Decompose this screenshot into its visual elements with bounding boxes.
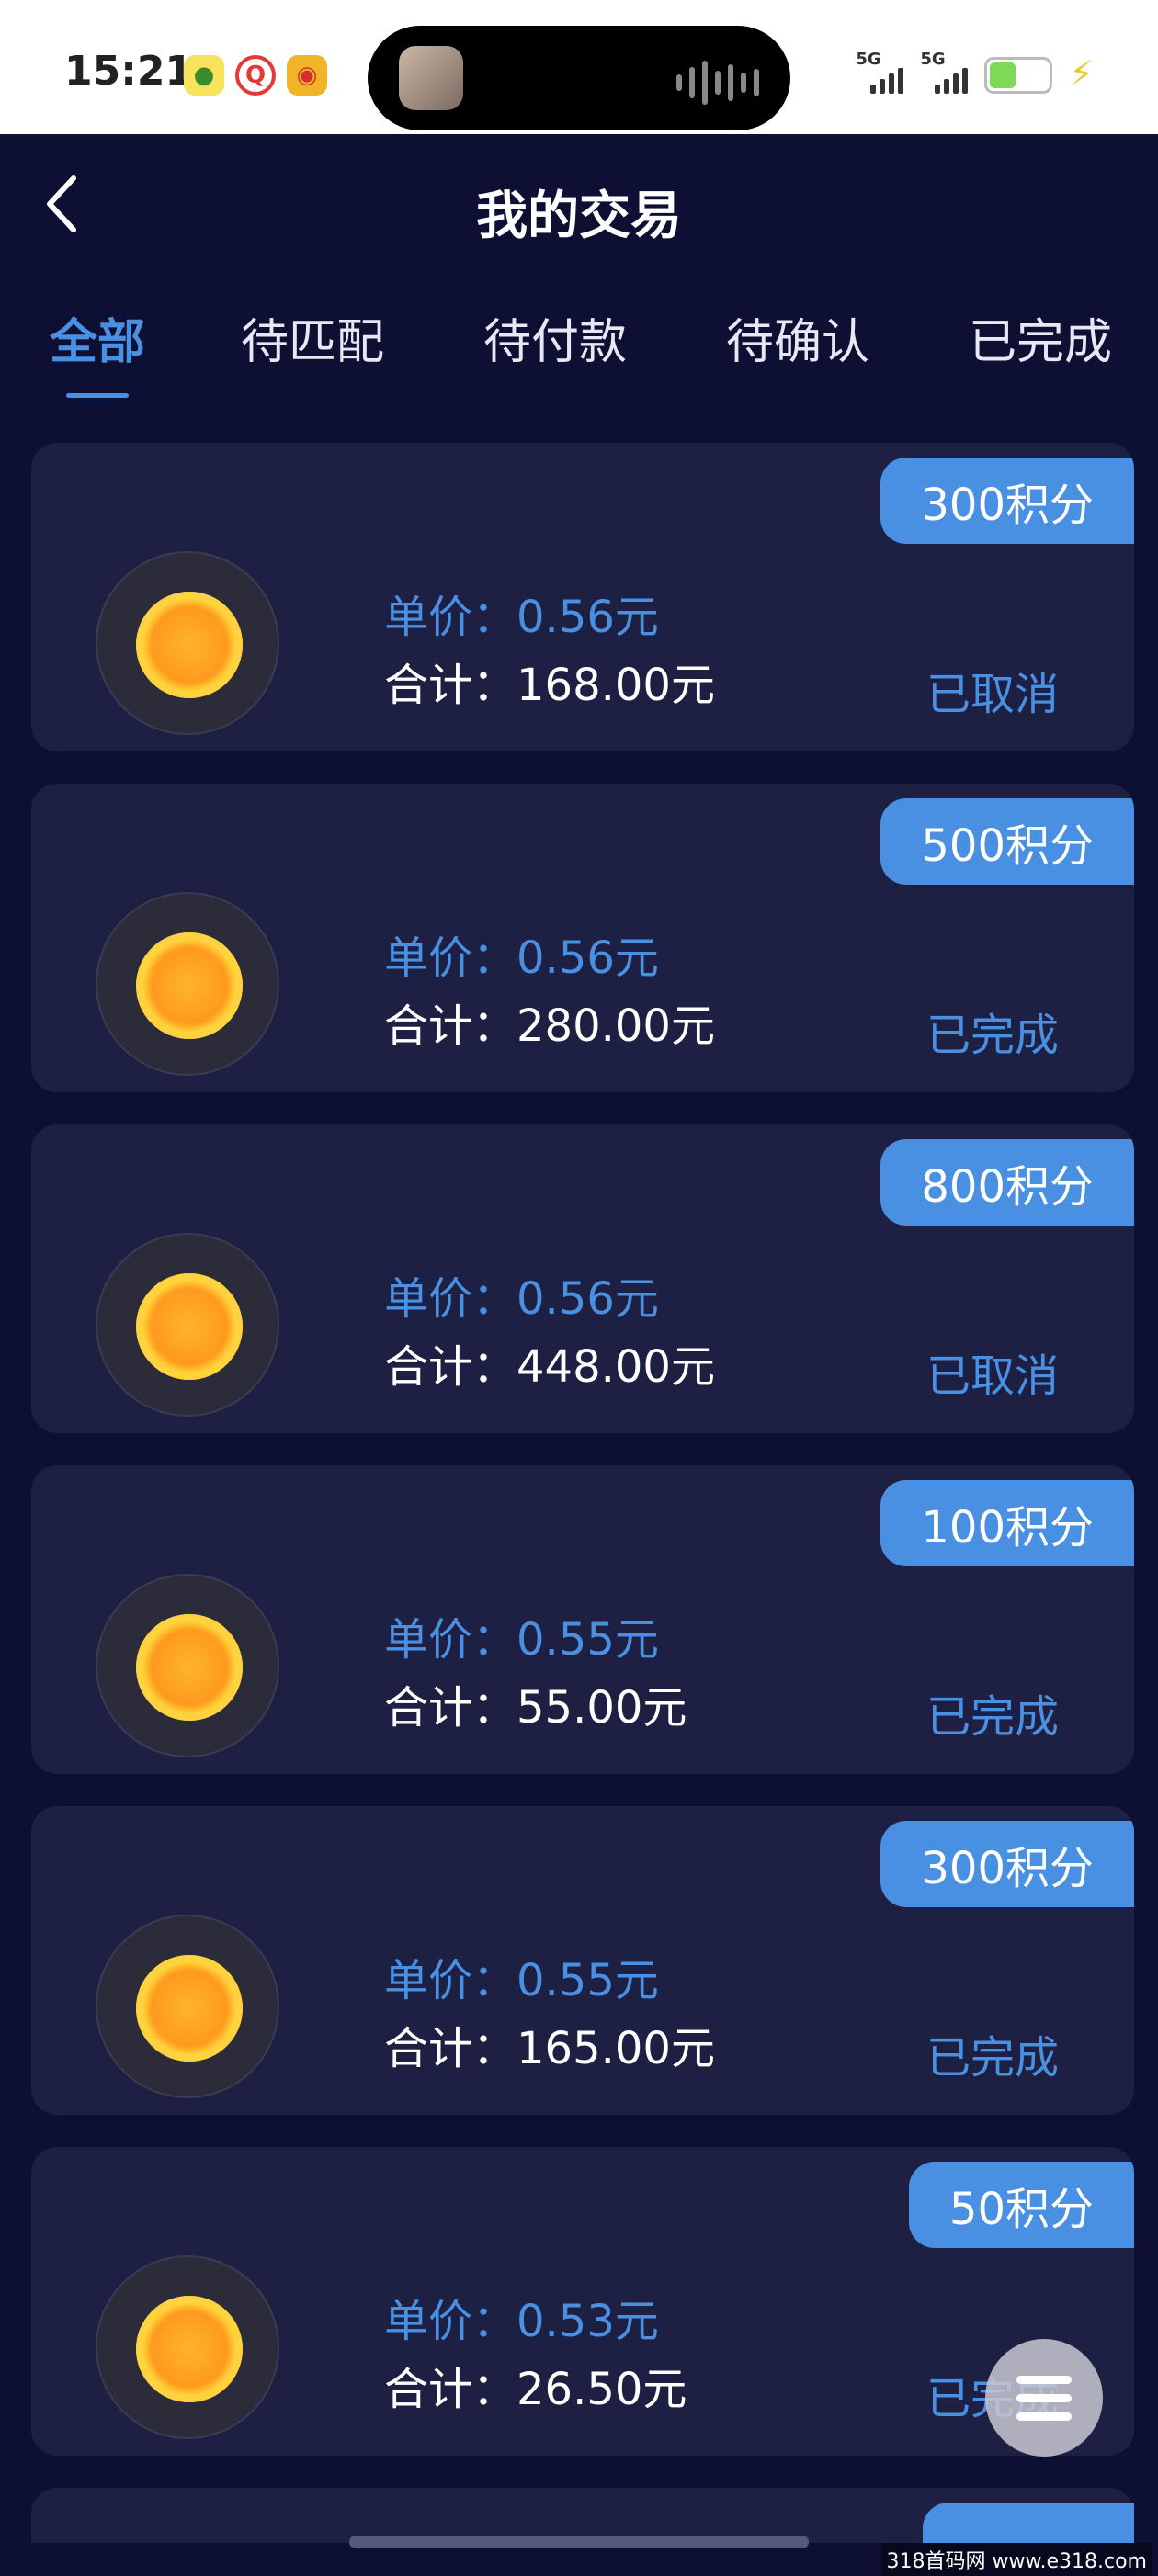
order-card[interactable]: 50积分 单价：0.53元 合计：26.50元 已完成	[31, 2147, 1134, 2456]
tab-pending-payment[interactable]: 待付款	[483, 303, 627, 372]
points-badge: 100积分	[880, 1480, 1134, 1566]
signal-icon: 5G	[920, 50, 969, 94]
signal-label: 5G	[920, 50, 946, 69]
dynamic-island[interactable]	[368, 26, 790, 130]
page-title: 我的交易	[476, 186, 682, 246]
points-badge: 500积分	[880, 798, 1134, 885]
order-status: 已完成	[926, 2032, 1060, 2084]
total-amount: 合计：55.00元	[384, 1682, 687, 1734]
points-badge: 50积分	[908, 2162, 1134, 2248]
order-card[interactable]: 300积分 单价：0.56元 合计：168.00元 已取消	[31, 443, 1134, 751]
points-badge: 300积分	[880, 458, 1134, 544]
audio-wave-icon	[676, 61, 759, 105]
coin-icon	[96, 1233, 279, 1417]
home-indicator[interactable]	[349, 2536, 809, 2548]
status-time: 15:21	[64, 48, 194, 95]
tab-bar: 全部 待匹配 待付款 待确认 已完成	[0, 303, 1158, 404]
coin-icon	[96, 1574, 279, 1757]
avatar	[399, 46, 463, 110]
coin-icon	[96, 551, 279, 735]
points-badge	[923, 2503, 1134, 2543]
unit-price: 单价：0.56元	[384, 1273, 659, 1325]
order-status: 已完成	[926, 1691, 1060, 1743]
order-card[interactable]: 100积分 单价：0.55元 合计：55.00元 已完成	[31, 1465, 1134, 1774]
page-header: 我的交易	[0, 134, 1158, 281]
qq-browser-icon: Q	[235, 55, 276, 96]
unit-price: 单价：0.55元	[384, 1955, 659, 2006]
unit-price: 单价：0.53元	[384, 2296, 659, 2347]
unit-price: 单价：0.56元	[384, 932, 659, 984]
order-card[interactable]: 800积分 单价：0.56元 合计：448.00元 已取消	[31, 1124, 1134, 1433]
floating-menu-button[interactable]	[985, 2339, 1103, 2457]
charging-icon: ⚡	[1069, 53, 1094, 94]
signal-icon: 5G	[856, 50, 904, 94]
coin-icon	[96, 892, 279, 1076]
order-card-partial[interactable]	[31, 2488, 1134, 2543]
active-tab-indicator	[66, 393, 129, 398]
weibo-icon: ◉	[287, 55, 327, 96]
order-card[interactable]: 300积分 单价：0.55元 合计：165.00元 已完成	[31, 1806, 1134, 2115]
notification-icons: ● Q ◉	[184, 55, 327, 96]
signal-label: 5G	[856, 50, 881, 69]
order-status: 已完成	[926, 1010, 1060, 1061]
order-status: 已取消	[926, 669, 1060, 720]
tab-completed[interactable]: 已完成	[969, 303, 1112, 372]
order-status: 已取消	[926, 1350, 1060, 1402]
total-amount: 合计：165.00元	[384, 2023, 715, 2074]
total-amount: 合计：280.00元	[384, 1000, 715, 1052]
coin-icon	[96, 1915, 279, 2098]
tab-pending-confirm[interactable]: 待确认	[726, 303, 869, 372]
system-icons: 5G 5G ⚡	[856, 50, 1094, 94]
tab-all[interactable]: 全部	[50, 303, 145, 372]
unit-price: 单价：0.55元	[384, 1614, 659, 1666]
app-notification-icon: ●	[184, 55, 224, 96]
coin-icon	[96, 2255, 279, 2439]
order-card[interactable]: 500积分 单价：0.56元 合计：280.00元 已完成	[31, 784, 1134, 1092]
total-amount: 合计：168.00元	[384, 660, 715, 711]
watermark: 318首码网 www.e318.com	[880, 2543, 1152, 2576]
total-amount: 合计：26.50元	[384, 2364, 687, 2415]
unit-price: 单价：0.56元	[384, 592, 659, 643]
tab-pending-match[interactable]: 待匹配	[241, 303, 384, 372]
points-badge: 300积分	[880, 1821, 1134, 1907]
points-badge: 800积分	[880, 1139, 1134, 1226]
battery-icon	[984, 57, 1053, 94]
status-bar: 15:21 ● Q ◉ 5G 5G ⚡	[0, 0, 1158, 134]
total-amount: 合计：448.00元	[384, 1341, 715, 1393]
